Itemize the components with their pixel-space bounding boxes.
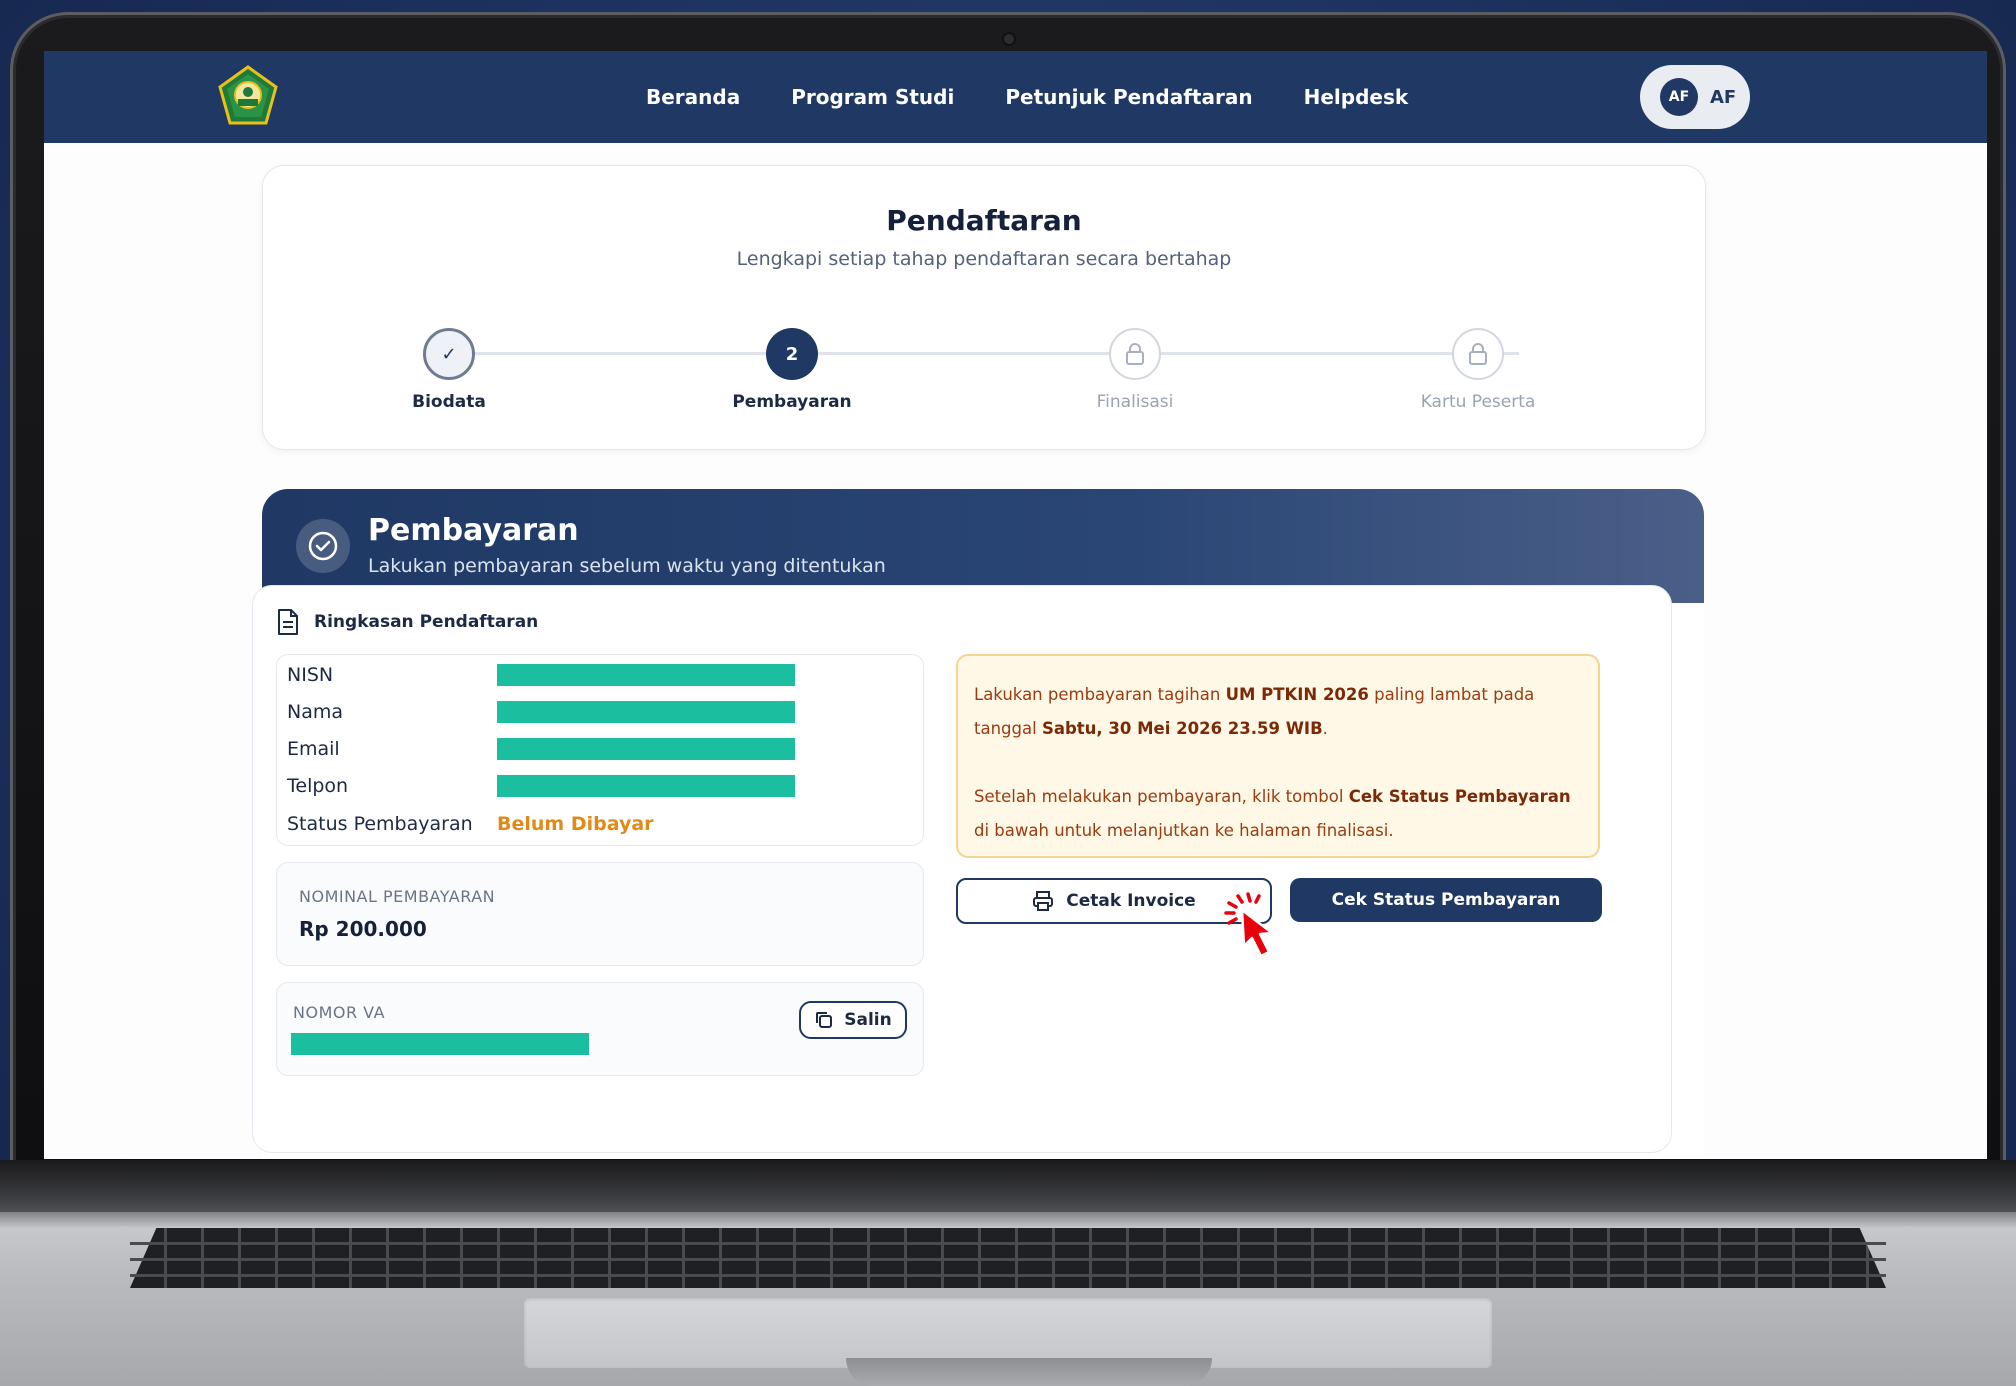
copy-va-button[interactable]: Salin (799, 1001, 907, 1039)
nominal-label: NOMINAL PEMBAYARAN (299, 887, 496, 906)
keyboard-row-divider (130, 1242, 1886, 1245)
nav-program-studi[interactable]: Program Studi (791, 85, 954, 109)
kemenag-logo-icon[interactable] (216, 65, 280, 129)
step-pembayaran-label: Pembayaran (732, 392, 852, 412)
progress-card: Pendaftaran Lengkapi setiap tahap pendaf… (262, 165, 1706, 450)
step-kartu-peserta-label: Kartu Peserta (1420, 392, 1536, 412)
summary-header: Ringkasan Pendaftaran (276, 608, 538, 636)
copy-label: Salin (844, 1010, 892, 1030)
notice-text: Lakukan pembayaran tagihan (974, 685, 1226, 704)
step-finalisasi-label: Finalisasi (1096, 392, 1174, 412)
data-key: Status Pembayaran (287, 813, 473, 835)
notice-text: . (1322, 719, 1328, 738)
copy-icon (816, 1012, 833, 1028)
nominal-box: NOMINAL PEMBAYARAN Rp 200.000 (276, 862, 924, 966)
data-key: NISN (287, 664, 334, 686)
keyboard-row-divider (130, 1274, 1886, 1277)
data-row-status: Status Pembayaran Belum Dibayar (287, 810, 654, 838)
avatar: AF (1660, 78, 1698, 116)
data-key: Telpon (287, 775, 349, 797)
payment-subtitle: Lakukan pembayaran sebelum waktu yang di… (368, 555, 886, 577)
payment-title: Pembayaran (368, 513, 579, 548)
redacted-value (497, 775, 795, 797)
print-invoice-label: Cetak Invoice (1066, 891, 1196, 911)
redacted-value (497, 701, 795, 723)
notice-text: di bawah untuk melanjutkan ke halaman fi… (974, 821, 1394, 840)
status-badge: Belum Dibayar (497, 813, 654, 835)
summary-title: Ringkasan Pendaftaran (314, 612, 539, 632)
keyboard-row-divider (130, 1258, 1886, 1261)
navbar: Beranda Program Studi Petunjuk Pendaftar… (44, 51, 1987, 143)
step-kartu-peserta-marker (1452, 328, 1504, 380)
step-biodata-label: Biodata (412, 392, 486, 412)
nav-petunjuk-pendaftaran[interactable]: Petunjuk Pendaftaran (1005, 85, 1252, 109)
laptop-hinge (0, 1160, 2016, 1220)
va-box: NOMOR VA Salin (276, 982, 924, 1076)
check-icon: ✓ (441, 343, 457, 365)
printer-icon (1033, 891, 1054, 911)
data-row-nisn: NISN (287, 661, 795, 689)
click-cursor-icon (1224, 892, 1274, 958)
check-circle-icon (296, 519, 350, 573)
check-payment-status-button[interactable]: Cek Status Pembayaran (1290, 878, 1602, 922)
notice-deadline: Sabtu, 30 Mei 2026 23.59 WIB (1041, 719, 1323, 738)
payment-deadline-notice: Lakukan pembayaran tagihan UM PTKIN 2026… (956, 654, 1600, 858)
page-title: Pendaftaran (886, 204, 1082, 237)
data-row-telpon: Telpon (287, 772, 795, 800)
document-icon (278, 609, 298, 635)
data-key: Nama (287, 701, 344, 723)
laptop-deck-edge (0, 1212, 2016, 1228)
page-subtitle: Lengkapi setiap tahap pendaftaran secara… (736, 248, 1232, 270)
nav-helpdesk[interactable]: Helpdesk (1304, 85, 1409, 109)
data-key: Email (287, 738, 340, 760)
nav-beranda[interactable]: Beranda (646, 85, 740, 109)
lid-notch (846, 1358, 1212, 1386)
stepper-track (449, 352, 1519, 355)
redacted-value (497, 664, 795, 686)
user-initials: AF (1710, 86, 1737, 108)
redacted-value (497, 738, 795, 760)
nav-links: Beranda Program Studi Petunjuk Pendaftar… (646, 51, 1459, 143)
step-pembayaran-marker[interactable]: 2 (766, 328, 818, 380)
nominal-value: Rp 200.000 (299, 917, 427, 941)
data-row-email: Email (287, 735, 795, 763)
step-biodata-marker[interactable]: ✓ (423, 328, 475, 380)
data-row-nama: Nama (287, 698, 795, 726)
registrant-data-table: NISN Nama Email Telpon Status Pembayaran… (276, 654, 924, 846)
webcam (1004, 34, 1014, 44)
user-menu[interactable]: AF AF (1640, 65, 1750, 129)
lock-icon (1126, 343, 1144, 365)
notice-button-ref: Cek Status Pembayaran (1348, 787, 1571, 806)
notice-exam-name: UM PTKIN 2026 (1225, 685, 1369, 704)
step-number: 2 (785, 343, 799, 365)
va-label: NOMOR VA (293, 1003, 386, 1022)
redacted-va-number (291, 1033, 589, 1055)
notice-text: Setelah melakukan pembayaran, klik tombo… (974, 787, 1349, 806)
step-finalisasi-marker (1109, 328, 1161, 380)
lock-icon (1469, 343, 1487, 365)
